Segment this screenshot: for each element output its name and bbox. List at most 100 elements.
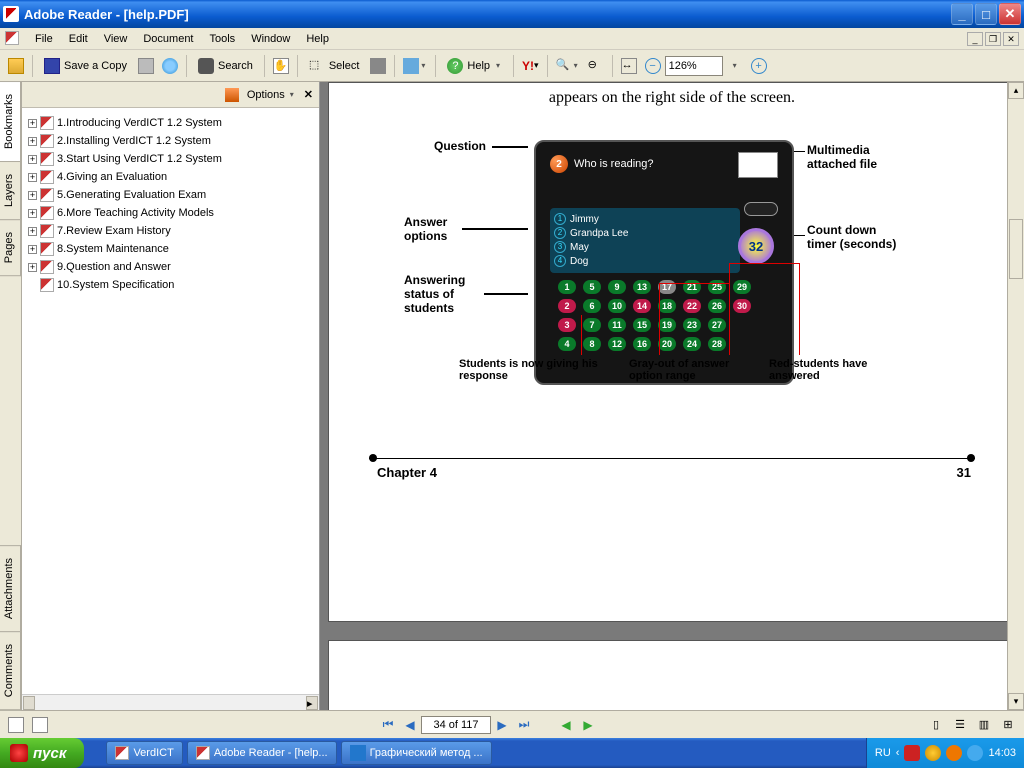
clock[interactable]: 14:03 — [988, 747, 1016, 759]
tab-bookmarks[interactable]: Bookmarks — [0, 81, 21, 162]
scroll-thumb[interactable] — [1009, 219, 1023, 279]
hand-tool-button[interactable]: ✋ — [269, 54, 293, 78]
view-single[interactable]: ▯ — [924, 714, 948, 736]
expand-icon[interactable] — [28, 281, 37, 290]
select-tool-button[interactable]: ⬚Select — [302, 54, 367, 78]
v-scrollbar[interactable]: ▴ ▾ — [1007, 82, 1024, 710]
bookmark-label: 1.Introducing VerdICT 1.2 System — [57, 117, 222, 129]
tray-icon[interactable] — [946, 745, 962, 761]
page-input[interactable] — [421, 716, 491, 734]
mdi-min[interactable]: _ — [967, 32, 983, 46]
minimize-button[interactable]: _ — [951, 3, 973, 25]
student-cell: 10 — [608, 299, 626, 313]
bookmark-tree[interactable]: +1.Introducing VerdICT 1.2 System+2.Inst… — [22, 108, 319, 694]
menu-help[interactable]: Help — [298, 30, 337, 48]
forward-button[interactable]: ▶ — [577, 714, 599, 736]
prev-page-button[interactable]: ◀ — [399, 714, 421, 736]
expand-icon[interactable]: + — [28, 227, 37, 236]
task-adobe[interactable]: Adobe Reader - [help... — [187, 741, 337, 765]
tray-icon[interactable] — [925, 745, 941, 761]
expand-icon[interactable]: + — [28, 209, 37, 218]
bookmark-item[interactable]: +9.Question and Answer — [26, 258, 315, 276]
zoom-input[interactable] — [665, 56, 723, 76]
expand-icon[interactable]: + — [28, 137, 37, 146]
fit-width-button[interactable]: ↔ — [617, 54, 641, 78]
expand-icon[interactable]: + — [28, 263, 37, 272]
next-page-button[interactable]: ▶ — [491, 714, 513, 736]
bookmark-item[interactable]: +1.Introducing VerdICT 1.2 System — [26, 114, 315, 132]
answer-options-box: 1Jimmy2Grandpa Lee3May4Dog — [550, 208, 740, 273]
task-verdict[interactable]: VerdICT — [106, 741, 182, 765]
task-word[interactable]: Графический метод ... — [341, 741, 492, 765]
scroll-down[interactable]: ▾ — [1008, 693, 1024, 710]
tab-pages[interactable]: Pages — [0, 219, 21, 276]
menu-file[interactable]: File — [27, 30, 61, 48]
side-tabs: Bookmarks Layers Pages Attachments Comme… — [0, 82, 22, 710]
bookmark-item[interactable]: +3.Start Using VerdICT 1.2 System — [26, 150, 315, 168]
bookmark-item[interactable]: +8.System Maintenance — [26, 240, 315, 258]
system-tray[interactable]: RU ‹ 14:03 — [866, 738, 1024, 768]
snapshot-button[interactable] — [366, 54, 390, 78]
expand-icon[interactable]: + — [28, 191, 37, 200]
maximize-button[interactable]: □ — [975, 3, 997, 25]
last-page-button[interactable]: ⏭ — [513, 714, 535, 736]
mdi-close[interactable]: ✕ — [1003, 32, 1019, 46]
zoom-in-icon: 🔍 — [556, 58, 572, 74]
plus-icon: + — [751, 58, 767, 74]
email-button[interactable] — [158, 54, 182, 78]
expand-icon[interactable]: + — [28, 155, 37, 164]
back-button[interactable]: ◀ — [555, 714, 577, 736]
zoom-out-button[interactable]: − — [641, 54, 665, 78]
caption-text: appears on the right side of the screen. — [329, 83, 1015, 107]
expand-icon[interactable]: + — [28, 245, 37, 254]
start-button[interactable]: пуск — [0, 738, 84, 768]
tray-icon[interactable] — [904, 745, 920, 761]
view-facing[interactable]: ▥ — [972, 714, 996, 736]
document-area[interactable]: appears on the right side of the screen.… — [320, 82, 1024, 710]
tab-layers[interactable]: Layers — [0, 161, 21, 220]
h-scrollbar[interactable]: ▸ — [22, 694, 319, 710]
bookmark-item[interactable]: 10.System Specification — [26, 276, 315, 294]
bookmark-item[interactable]: +5.Generating Evaluation Exam — [26, 186, 315, 204]
menu-document[interactable]: Document — [135, 30, 201, 48]
bookmark-item[interactable]: +2.Installing VerdICT 1.2 System — [26, 132, 315, 150]
menu-tools[interactable]: Tools — [202, 30, 244, 48]
save-copy-button[interactable]: Save a Copy — [37, 54, 134, 78]
scroll-up[interactable]: ▴ — [1008, 82, 1024, 99]
student-cell: 20 — [658, 337, 676, 351]
first-page-button[interactable]: ⏮ — [377, 714, 399, 736]
layout-cont[interactable] — [28, 714, 52, 736]
close-button[interactable]: ✕ — [999, 3, 1021, 25]
layout-single[interactable] — [4, 714, 28, 736]
expand-icon[interactable]: + — [28, 173, 37, 182]
mdi-restore[interactable]: ❐ — [985, 32, 1001, 46]
zoom-drag-icon: ⊖ — [588, 58, 604, 74]
bookmark-item[interactable]: +7.Review Exam History — [26, 222, 315, 240]
yahoo-button[interactable]: Y!▾ — [518, 54, 543, 78]
tab-comments[interactable]: Comments — [0, 631, 21, 710]
close-pane-button[interactable]: ✕ — [304, 88, 313, 101]
tray-icon[interactable] — [967, 745, 983, 761]
expand-icon[interactable]: + — [28, 119, 37, 128]
zoom-in-button[interactable]: 🔍▾ — [552, 54, 584, 78]
zoom-out-drag[interactable]: ⊖ — [584, 54, 608, 78]
print-button[interactable] — [134, 54, 158, 78]
bookmark-label: 4.Giving an Evaluation — [57, 171, 167, 183]
fit-width-icon: ↔ — [621, 58, 637, 74]
view-cont[interactable]: ☰ — [948, 714, 972, 736]
start-label: пуск — [33, 745, 66, 762]
menu-view[interactable]: View — [96, 30, 136, 48]
open-button[interactable] — [4, 54, 28, 78]
bookmark-item[interactable]: +4.Giving an Evaluation — [26, 168, 315, 186]
menu-edit[interactable]: Edit — [61, 30, 96, 48]
view-cont-facing[interactable]: ⊞ — [996, 714, 1020, 736]
ebook-button[interactable]: ▾ — [399, 54, 431, 78]
bookmark-item[interactable]: +6.More Teaching Activity Models — [26, 204, 315, 222]
language-indicator[interactable]: RU — [875, 747, 891, 759]
options-menu[interactable]: Options▾ — [247, 89, 296, 101]
zoom-plus-button[interactable]: + — [747, 54, 771, 78]
search-button[interactable]: Search — [191, 54, 260, 78]
menu-window[interactable]: Window — [243, 30, 298, 48]
help-button[interactable]: ?Help▾ — [440, 54, 509, 78]
tab-attachments[interactable]: Attachments — [0, 545, 21, 632]
